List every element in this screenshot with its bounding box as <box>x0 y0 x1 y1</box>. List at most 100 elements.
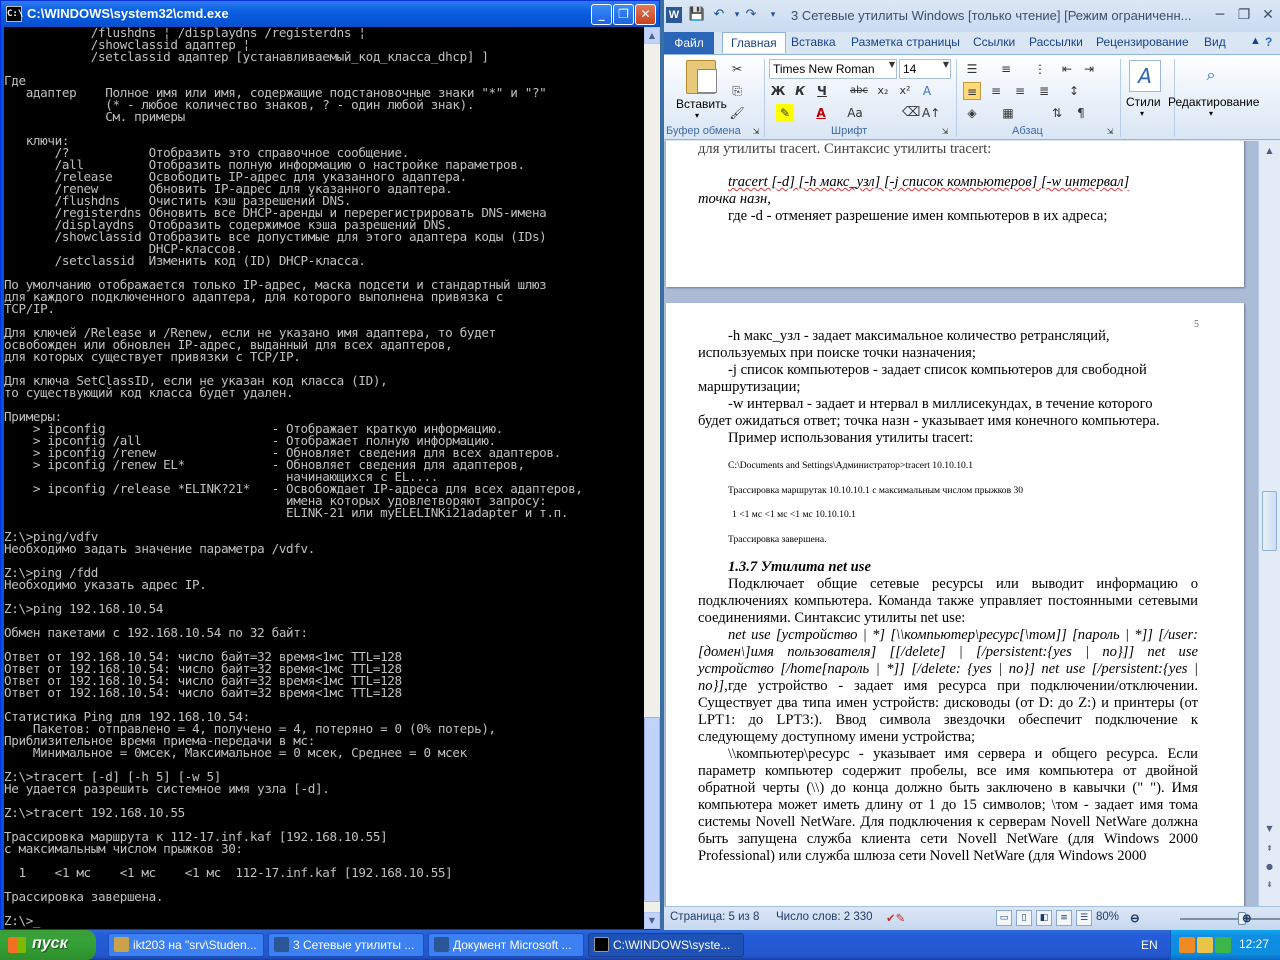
cmd-scrollbar[interactable]: ▲ ▼ <box>644 27 660 929</box>
taskbar-item-cmd[interactable]: C:\WINDOWS\syste... <box>588 933 744 957</box>
tab-page-layout[interactable]: Разметка страницы <box>851 35 960 49</box>
highlight-icon[interactable]: ✎ <box>776 104 794 122</box>
paste-icon[interactable] <box>686 60 717 94</box>
web-layout-icon[interactable]: ◧ <box>1036 910 1052 926</box>
zoom-out-icon[interactable]: ⊖ <box>1130 911 1140 925</box>
browse-object-icon[interactable]: ● <box>1262 859 1277 874</box>
prev-page-icon[interactable]: ⇞ <box>1262 841 1277 856</box>
scroll-down-icon[interactable]: ▼ <box>644 912 660 929</box>
underline-icon[interactable]: Ч <box>813 82 831 100</box>
next-page-icon[interactable]: ⇟ <box>1262 877 1277 892</box>
italic-icon[interactable]: К <box>791 82 809 100</box>
show-formatting-icon[interactable]: ¶ <box>1072 104 1090 122</box>
page-count[interactable]: Страница: 5 из 8 <box>670 911 759 923</box>
tab-mailings[interactable]: Рассылки <box>1029 35 1083 49</box>
editing-button-label[interactable]: Редактирование <box>1168 95 1259 109</box>
font-launcher-icon[interactable]: ⇲ <box>936 123 954 141</box>
tab-file[interactable]: Файл <box>664 32 714 54</box>
scroll-down-icon[interactable]: ▼ <box>1262 821 1277 836</box>
cmd-window[interactable]: C:\ C:\WINDOWS\system32\cmd.exe _ ❐ ✕ /f… <box>0 0 660 930</box>
text-effects-icon[interactable]: A <box>918 82 936 100</box>
restore-button[interactable]: ❐ <box>1234 6 1254 24</box>
borders-icon[interactable]: ▦ <box>999 104 1017 122</box>
sort-icon[interactable]: ⇅ <box>1048 104 1066 122</box>
customize-qat-icon[interactable]: ▾ <box>764 6 782 24</box>
save-icon[interactable]: 💾 <box>688 6 706 24</box>
format-painter-icon[interactable]: 🖌 <box>728 104 746 122</box>
redo-icon[interactable]: ↷ <box>742 6 760 24</box>
scroll-thumb[interactable] <box>1262 491 1277 551</box>
tab-references[interactable]: Ссылки <box>973 35 1015 49</box>
taskbar-item-explorer[interactable]: ikt203 на "srv\Studen... <box>108 933 264 957</box>
document-page[interactable]: 5 -h макс_узл - задает максимальное коли… <box>666 303 1244 906</box>
strikethrough-icon[interactable]: abc <box>850 82 868 100</box>
word-window[interactable]: W 💾 ↶ ▾ ↷ ▾ 3 Сетевые утилиты Windows [т… <box>664 0 1280 930</box>
document-area[interactable]: для утилиты tracert. Синтаксис утилиты t… <box>664 141 1258 906</box>
cut-icon[interactable]: ✂ <box>728 60 746 78</box>
decrease-indent-icon[interactable]: ⇤ <box>1058 60 1076 78</box>
word-titlebar[interactable]: W 💾 ↶ ▾ ↷ ▾ 3 Сетевые утилиты Windows [т… <box>664 0 1280 32</box>
draft-icon[interactable]: ☰ <box>1076 910 1092 926</box>
paste-button-label[interactable]: Вставить <box>676 97 727 111</box>
numbering-icon[interactable]: ≡ <box>997 60 1015 78</box>
taskbar-item-word-new[interactable]: Документ Microsoft ... <box>428 933 584 957</box>
shading-icon[interactable]: ◈ <box>963 104 981 122</box>
multilevel-list-icon[interactable]: ⋮ <box>1031 60 1049 78</box>
maximize-button[interactable]: ❐ <box>613 4 634 25</box>
chevron-down-icon[interactable]: ▼ <box>889 60 895 69</box>
styles-icon[interactable]: A <box>1129 60 1161 92</box>
scroll-up-icon[interactable]: ▲ <box>1262 143 1277 158</box>
minimize-button[interactable]: ─ <box>1210 6 1230 24</box>
tab-home[interactable]: Главная <box>722 32 786 53</box>
clear-formatting-icon[interactable]: ⌫ <box>902 104 920 122</box>
chevron-down-icon[interactable]: ▾ <box>1209 109 1213 118</box>
line-spacing-icon[interactable]: ↕ <box>1065 82 1083 100</box>
zoom-level[interactable]: 80% <box>1096 911 1119 923</box>
align-left-icon[interactable]: ≡ <box>963 82 981 100</box>
superscript-icon[interactable]: x² <box>896 82 914 100</box>
spelling-check-icon[interactable]: ✔✎ <box>886 911 905 925</box>
full-screen-reading-icon[interactable]: ▯ <box>1016 910 1032 926</box>
scroll-up-icon[interactable]: ▲ <box>644 27 660 44</box>
grow-font-icon[interactable]: A↑ <box>922 104 940 122</box>
zoom-in-icon[interactable]: ⊕ <box>1242 911 1252 925</box>
zoom-slider[interactable] <box>1180 918 1280 920</box>
paste-dropdown-icon[interactable]: ▾ <box>695 111 699 120</box>
undo-icon[interactable]: ↶ <box>710 6 728 24</box>
close-button[interactable]: ✕ <box>1258 6 1278 24</box>
copy-icon[interactable]: ⎘ <box>728 82 746 100</box>
tab-view[interactable]: Вид <box>1204 35 1226 49</box>
scroll-thumb[interactable] <box>644 717 660 902</box>
word-scrollbar[interactable]: ▲ ▼ ⇞ ● ⇟ <box>1258 141 1280 906</box>
console-output[interactable]: /flushdns ¦ /displaydns /registerdns ¦ /… <box>4 27 644 929</box>
taskbar-item-word-doc[interactable]: 3 Сетевые утилиты ... <box>268 933 424 957</box>
bullets-icon[interactable]: ☰ <box>963 60 981 78</box>
outline-icon[interactable]: ≡ <box>1056 910 1072 926</box>
font-name-box[interactable]: Times New Roman ▼ <box>769 59 897 79</box>
align-right-icon[interactable]: ≡ <box>1011 82 1029 100</box>
subscript-icon[interactable]: x₂ <box>874 82 892 100</box>
change-case-icon[interactable]: Аа <box>842 104 868 122</box>
print-layout-icon[interactable]: ▭ <box>996 910 1012 926</box>
font-size-box[interactable]: 14 ▼ <box>899 59 951 79</box>
paragraph-launcher-icon[interactable]: ⇲ <box>1101 123 1119 141</box>
close-button[interactable]: ✕ <box>635 4 656 25</box>
justify-icon[interactable]: ≣ <box>1035 82 1053 100</box>
font-color-icon[interactable]: A <box>812 104 830 122</box>
tray-app-icon[interactable] <box>1215 937 1231 953</box>
increase-indent-icon[interactable]: ⇥ <box>1080 60 1098 78</box>
binoculars-icon[interactable]: ⌕ <box>1199 63 1223 87</box>
styles-button-label[interactable]: Стили <box>1126 95 1161 109</box>
language-indicator[interactable]: EN <box>1141 938 1158 952</box>
minimize-button[interactable]: _ <box>591 4 612 25</box>
clipboard-launcher-icon[interactable]: ⇲ <box>747 123 765 141</box>
help-icon[interactable]: ? <box>1265 35 1272 49</box>
chevron-down-icon[interactable]: ▼ <box>943 60 949 69</box>
start-button[interactable]: пуск <box>0 930 96 960</box>
network-icon[interactable] <box>1197 937 1213 953</box>
align-center-icon[interactable]: ≡ <box>987 82 1005 100</box>
tab-review[interactable]: Рецензирование <box>1096 35 1189 49</box>
cmd-titlebar[interactable]: C:\ C:\WINDOWS\system32\cmd.exe _ ❐ ✕ <box>1 1 659 27</box>
ribbon-collapse-icon[interactable]: ▲ <box>1250 35 1261 47</box>
chevron-down-icon[interactable]: ▾ <box>1140 109 1144 118</box>
